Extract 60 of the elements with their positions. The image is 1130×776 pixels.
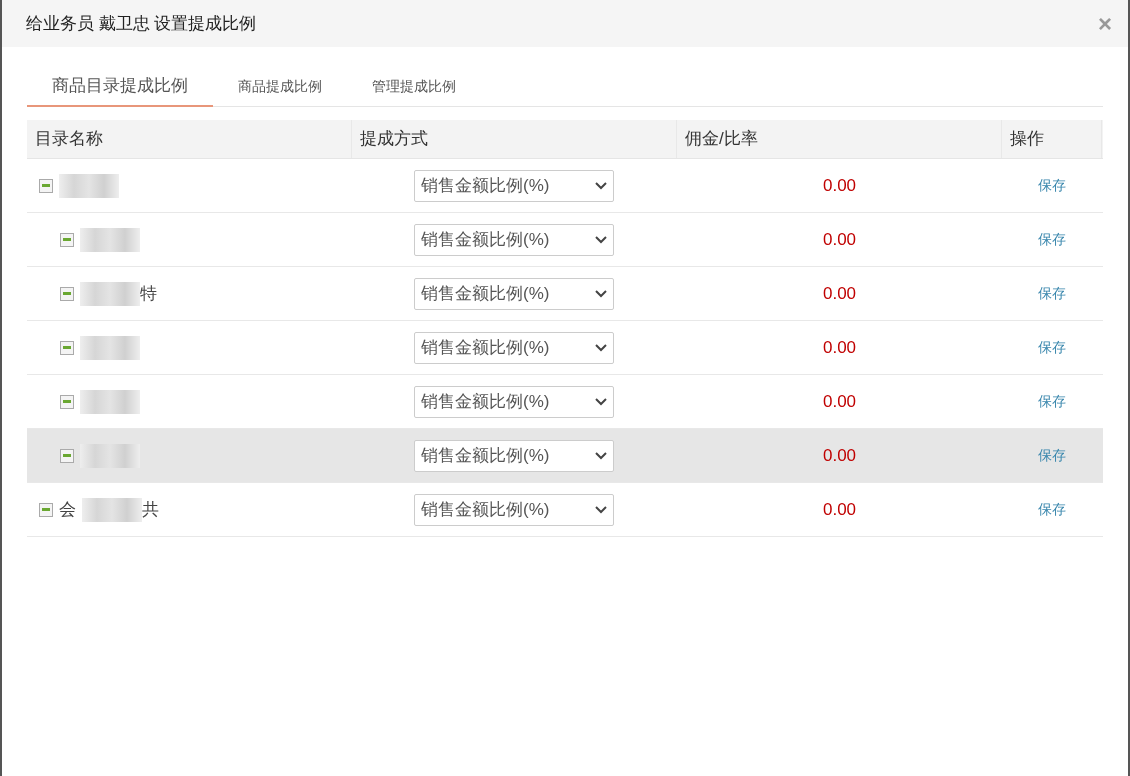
rate-value: 0.00: [822, 336, 857, 359]
collapse-icon[interactable]: [60, 232, 74, 247]
method-select[interactable]: 销售金额比例(%): [414, 277, 614, 310]
select-value: 销售金额比例(%): [421, 444, 550, 467]
chevron-down-icon: [595, 397, 607, 406]
save-link[interactable]: 保存: [1038, 229, 1066, 250]
collapse-icon[interactable]: [60, 448, 74, 463]
save-link[interactable]: 保存: [1038, 337, 1066, 358]
method-select[interactable]: 销售金额比例(%): [414, 385, 614, 418]
collapse-icon[interactable]: [39, 178, 53, 193]
method-select[interactable]: 销售金额比例(%): [414, 223, 614, 256]
table-row[interactable]: 销售金额比例(%) 0.00 保存: [27, 429, 1103, 483]
blurred-region: [82, 497, 142, 522]
blurred-region: [80, 281, 140, 306]
blurred-region: [80, 227, 140, 252]
select-value: 销售金额比例(%): [421, 228, 550, 251]
column-header: 提成方式: [360, 128, 428, 151]
save-link[interactable]: 保存: [1038, 391, 1066, 412]
column-header: 目录名称: [35, 128, 103, 151]
blurred-region: [80, 335, 140, 360]
select-value: 销售金额比例(%): [421, 498, 550, 521]
select-value: 销售金额比例(%): [421, 336, 550, 359]
method-select[interactable]: 销售金额比例(%): [414, 439, 614, 472]
tab[interactable]: 商品目录提成比例: [27, 67, 213, 107]
column-header: 佣金/比率: [685, 128, 758, 151]
chevron-down-icon: [595, 505, 607, 514]
chevron-down-icon: [595, 451, 607, 460]
rate-value: 0.00: [822, 228, 857, 251]
category-name: 共: [142, 498, 159, 521]
category-name: 特: [140, 282, 157, 305]
blurred-region: [59, 173, 119, 198]
select-value: 销售金额比例(%): [421, 390, 550, 413]
chevron-down-icon: [595, 343, 607, 352]
chevron-down-icon: [595, 289, 607, 298]
save-link[interactable]: 保存: [1038, 175, 1066, 196]
rate-value: 0.00: [822, 390, 857, 413]
dialog-title: 给业务员 戴卫忠 设置提成比例: [26, 12, 257, 35]
collapse-icon[interactable]: [60, 340, 74, 355]
save-link[interactable]: 保存: [1038, 283, 1066, 304]
collapse-icon[interactable]: [39, 502, 53, 517]
select-value: 销售金额比例(%): [421, 282, 550, 305]
column-header: 操作: [1010, 128, 1044, 151]
select-value: 销售金额比例(%): [421, 174, 550, 197]
blurred-region: [80, 389, 140, 414]
method-select[interactable]: 销售金额比例(%): [414, 493, 614, 526]
category-name: 会: [59, 498, 76, 521]
collapse-icon[interactable]: [60, 286, 74, 301]
rate-value: 0.00: [822, 498, 857, 521]
rate-value: 0.00: [822, 444, 857, 467]
method-select[interactable]: 销售金额比例(%): [414, 169, 614, 202]
save-link[interactable]: 保存: [1038, 499, 1066, 520]
tab[interactable]: 商品提成比例: [213, 66, 347, 106]
tab[interactable]: 管理提成比例: [347, 66, 481, 106]
blurred-region: [80, 443, 140, 468]
method-select[interactable]: 销售金额比例(%): [414, 331, 614, 364]
collapse-icon[interactable]: [60, 394, 74, 409]
chevron-down-icon: [595, 235, 607, 244]
chevron-down-icon: [595, 181, 607, 190]
rate-value: 0.00: [822, 282, 857, 305]
rate-value: 0.00: [822, 174, 857, 197]
